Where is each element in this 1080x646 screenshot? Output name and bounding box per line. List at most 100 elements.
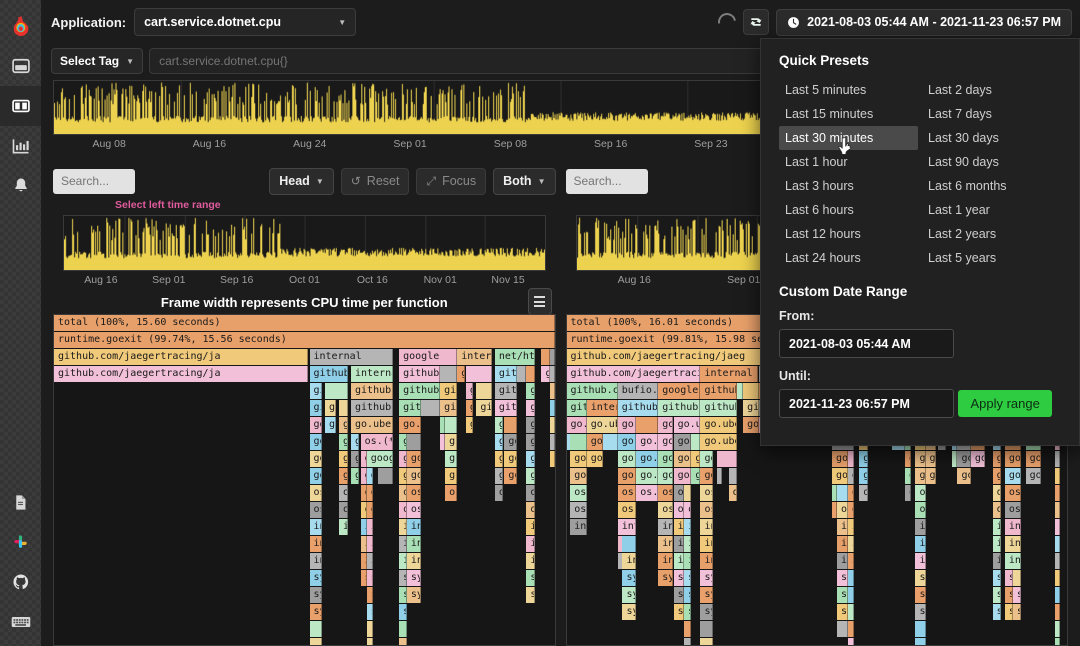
flamegraph-frame[interactable]: github.com/jaegertracing/ja xyxy=(526,382,536,399)
flamegraph-frame[interactable]: go.uber. xyxy=(673,433,692,450)
flamegraph-frame[interactable]: sysca xyxy=(992,603,1002,620)
flamegraph-frame[interactable]: go.uber. xyxy=(617,433,637,450)
flamegraph-frame[interactable]: go.uber. xyxy=(673,450,692,467)
flamegraph-frame[interactable]: inter xyxy=(847,518,855,535)
flamegraph-frame[interactable] xyxy=(636,416,659,433)
flamegraph-frame[interactable]: go.uber. xyxy=(636,450,659,467)
refresh-button[interactable] xyxy=(743,9,770,35)
search-input[interactable] xyxy=(53,168,135,194)
flamegraph-frame[interactable] xyxy=(1054,637,1060,645)
flamegraph-frame[interactable]: inter xyxy=(837,552,848,569)
flamegraph-frame[interactable]: os.(* xyxy=(992,501,1002,518)
flamegraph-frame[interactable]: inter xyxy=(309,535,322,552)
flamegraph-frame[interactable]: inter xyxy=(339,518,349,535)
flamegraph-frame[interactable]: os.(* xyxy=(837,501,848,518)
pyroscope-logo[interactable] xyxy=(0,6,41,46)
preset-last-24-hours[interactable]: Last 24 hours xyxy=(779,246,918,270)
flamegraph-frame[interactable]: go.uber.c xyxy=(526,416,536,433)
flamegraph-frame[interactable]: inter xyxy=(992,518,1002,535)
preset-last-30-minutes[interactable]: Last 30 minutes xyxy=(779,126,918,150)
flamegraph-frame[interactable] xyxy=(526,365,536,382)
flamegraph-frame[interactable] xyxy=(440,365,458,382)
flamegraph-frame[interactable]: inter xyxy=(526,535,536,552)
flamegraph-frame[interactable]: go.uber xyxy=(309,450,322,467)
flamegraph-frame[interactable]: os.(* xyxy=(673,484,685,501)
flamegraph-frame[interactable]: sysca xyxy=(1004,586,1013,603)
flamegraph-frame[interactable]: go.ube xyxy=(847,467,855,484)
flamegraph-frame[interactable]: google xyxy=(658,382,701,399)
flamegraph-frame[interactable]: sysca xyxy=(837,603,848,620)
flamegraph-frame[interactable] xyxy=(700,637,714,645)
flamegraph-frame[interactable]: sysca xyxy=(366,569,373,586)
flamegraph-frame[interactable]: go.uber. xyxy=(636,433,659,450)
sidebar-item-comparison-view[interactable] xyxy=(0,86,41,126)
preset-last-7-days[interactable]: Last 7 days xyxy=(922,102,1061,126)
flamegraph-frame[interactable]: sysca xyxy=(673,603,685,620)
flamegraph-frame[interactable] xyxy=(700,620,714,637)
preset-last-3-hours[interactable]: Last 3 hours xyxy=(779,174,918,198)
flamegraph-frame[interactable]: go.uber.o xyxy=(743,416,759,433)
sidebar-item-diff-view[interactable] xyxy=(0,126,41,166)
flamegraph-frame[interactable]: inter xyxy=(366,535,373,552)
flamegraph-frame[interactable]: os.(* xyxy=(658,484,673,501)
left-flamegraph[interactable]: total (100%, 15.60 seconds) runtime.goexi… xyxy=(53,313,556,646)
flamegraph-frame[interactable]: github.com/jaegertracing/ja xyxy=(494,365,517,382)
flamegraph-frame[interactable]: github.com/jaegertracing/ja xyxy=(54,348,308,365)
flamegraph-frame[interactable] xyxy=(847,620,855,637)
sidebar-item-slack[interactable] xyxy=(0,522,41,562)
application-select[interactable]: cart.service.dotnet.cpu ▼ xyxy=(134,8,357,36)
flamegraph-frame[interactable]: github.co xyxy=(658,399,701,416)
flamegraph-frame[interactable]: go.uber. xyxy=(658,450,673,467)
flamegraph-frame[interactable]: os.(* xyxy=(406,501,421,518)
flamegraph-frame[interactable]: go.uber.c xyxy=(309,416,322,433)
flamegraph-frame[interactable] xyxy=(847,637,855,645)
flamegraph-frame[interactable] xyxy=(837,620,848,637)
flamegraph-frame[interactable]: inter xyxy=(526,552,536,569)
flamegraph-frame[interactable]: github.com/jaegertracing/ja xyxy=(399,382,441,399)
flamegraph-frame[interactable] xyxy=(915,637,926,645)
flamegraph-frame[interactable]: go.uber. xyxy=(1054,450,1060,467)
flamegraph-frame[interactable]: go.uber. xyxy=(570,450,587,467)
flamegraph-frame[interactable]: go.uber xyxy=(339,433,349,450)
flamegraph-frame[interactable]: sysca xyxy=(1054,603,1060,620)
flamegraph-frame[interactable] xyxy=(420,399,441,416)
flamegraph-frame[interactable] xyxy=(684,620,692,637)
flamegraph-frame[interactable]: os.(* xyxy=(526,501,536,518)
flamegraph-frame[interactable]: go.uber xyxy=(351,450,360,467)
flamegraph-frame[interactable] xyxy=(325,382,349,399)
flamegraph-frame[interactable]: os.(* xyxy=(360,433,393,450)
flamegraph-frame[interactable]: inter xyxy=(684,518,692,535)
flamegraph-frame[interactable]: go.uber.o xyxy=(617,416,637,433)
search-input[interactable] xyxy=(565,168,648,194)
flamegraph-frame[interactable]: go.uber.c xyxy=(339,416,349,433)
from-date-input[interactable] xyxy=(779,329,954,358)
flamegraph-frame[interactable]: sysca xyxy=(684,586,692,603)
preset-last-5-minutes[interactable]: Last 5 minutes xyxy=(779,78,918,102)
flamegraph-frame[interactable]: sysca xyxy=(406,569,421,586)
flamegraph-frame[interactable]: os.(* xyxy=(636,484,659,501)
flamegraph-frame[interactable]: inter xyxy=(673,535,685,552)
preset-last-1-hour[interactable]: Last 1 hour xyxy=(779,150,918,174)
flamegraph-frame[interactable]: go.uber xyxy=(504,433,517,450)
flamegraph-frame[interactable]: github.co xyxy=(700,399,737,416)
flamegraph-frame[interactable]: internal xyxy=(586,399,618,416)
flamegraph-frame[interactable]: go.uber xyxy=(526,450,536,467)
flamegraph-frame[interactable] xyxy=(549,348,555,365)
flamegraph-frame[interactable]: inter xyxy=(847,552,855,569)
flamegraph-frame[interactable]: bufio. xyxy=(617,382,659,399)
flamegraph-frame[interactable]: go.uber. xyxy=(970,450,986,467)
flamegraph-frame[interactable]: os.(* xyxy=(445,484,458,501)
flamegraph-frame[interactable]: inter xyxy=(1054,552,1060,569)
preset-last-5-years[interactable]: Last 5 years xyxy=(922,246,1061,270)
flamegraph-frame[interactable]: sysca xyxy=(1054,586,1060,603)
flamegraph-frame[interactable] xyxy=(366,620,373,637)
flamegraph-frame[interactable]: os.(* xyxy=(526,484,536,501)
flamegraph-frame[interactable]: go.uber xyxy=(526,433,536,450)
flamegraph-frame[interactable]: inter xyxy=(992,535,1002,552)
sidebar-item-single-view[interactable] xyxy=(0,46,41,86)
flamegraph-frame[interactable]: os.(* xyxy=(1004,484,1021,501)
flamegraph-frame[interactable]: github.co xyxy=(566,399,587,416)
flamegraph-frame[interactable]: os.(* xyxy=(859,484,869,501)
flamegraph-frame[interactable]: os.(* xyxy=(904,484,911,501)
flamegraph-frame[interactable]: sysca xyxy=(837,569,848,586)
